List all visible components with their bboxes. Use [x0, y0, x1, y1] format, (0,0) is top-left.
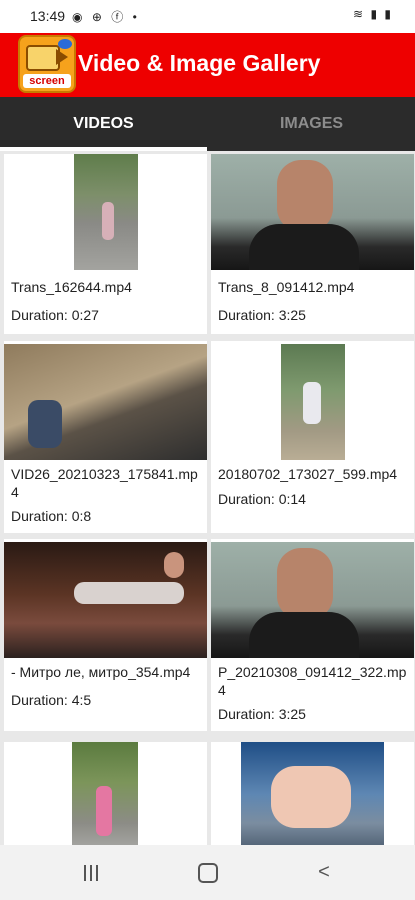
recent-apps-button[interactable] [72, 857, 112, 887]
video-thumbnail [211, 344, 414, 460]
tab-bar: VIDEOS IMAGES [0, 97, 415, 151]
video-card[interactable]: 20180702_173027_599.mp4 Duration: 0:14 [211, 341, 414, 533]
home-button[interactable] [188, 857, 228, 887]
back-button[interactable]: < [304, 857, 344, 887]
video-thumbnail [211, 154, 414, 270]
video-card[interactable]: Trans_162644.mp4 Duration: 0:27 [4, 154, 207, 334]
home-icon [198, 862, 218, 883]
video-name: VID26_20210323_175841.mp4 [11, 466, 198, 500]
status-bar: 13:49 ◉ ⊕ ⓕ • ≋ ▮ ▮ [0, 0, 415, 33]
video-duration: Duration: 4:5 [11, 692, 92, 708]
video-thumbnail [4, 542, 207, 658]
notification-icons: ◉ ⊕ ⓕ • [72, 8, 140, 25]
video-duration: Duration: 0:8 [11, 508, 92, 524]
facebook-icon: ⓕ [111, 10, 127, 24]
video-grid[interactable]: Trans_162644.mp4 Duration: 0:27 Trans_8_… [0, 151, 415, 845]
video-thumbnail [211, 542, 414, 658]
signal-icon: ▮ [370, 7, 380, 21]
app-title: Video & Image Gallery [78, 50, 321, 76]
tab-images[interactable]: IMAGES [208, 97, 415, 151]
video-name: P_20210308_091412_322.mp4 [218, 664, 407, 698]
video-thumbnail [4, 742, 207, 845]
recent-apps-icon [84, 864, 100, 881]
video-card[interactable]: VID26_20210323_175841.mp4 Duration: 0:8 [4, 341, 207, 533]
wifi-icon: ≋ [353, 7, 366, 21]
video-name: Trans_8_091412.mp4 [218, 279, 355, 295]
video-card[interactable] [4, 742, 207, 845]
system-icons: ≋ ▮ ▮ [353, 7, 393, 21]
dot-icon: • [132, 10, 140, 24]
status-time: 13:49 [30, 8, 66, 24]
video-thumbnail [4, 154, 207, 270]
video-duration: Duration: 0:27 [11, 307, 99, 323]
video-name: 20180702_173027_599.mp4 [218, 466, 398, 482]
app-bar: screen Video & Image Gallery [0, 33, 415, 97]
tab-videos[interactable]: VIDEOS [0, 97, 207, 151]
navigation-bar: < [0, 845, 415, 900]
logo-text: screen [23, 74, 71, 88]
video-thumbnail [211, 742, 414, 845]
battery-icon: ▮ [384, 7, 393, 21]
video-duration: Duration: 3:25 [218, 706, 306, 722]
video-duration: Duration: 0:14 [218, 491, 306, 507]
video-name: Trans_162644.mp4 [11, 279, 132, 295]
video-card[interactable] [211, 742, 414, 845]
video-duration: Duration: 3:25 [218, 307, 306, 323]
video-thumbnail [4, 344, 207, 460]
app-logo-icon: screen [18, 35, 76, 93]
video-card[interactable]: - Митро ле, митро_354.mp4 Duration: 4:5 [4, 539, 207, 731]
video-card[interactable]: Trans_8_091412.mp4 Duration: 3:25 [211, 154, 414, 334]
back-icon: < [318, 861, 330, 883]
app-icon: ⊕ [91, 10, 105, 24]
signal-dot-icon: ◉ [72, 10, 86, 24]
video-name: - Митро ле, митро_354.mp4 [11, 664, 191, 680]
video-card[interactable]: P_20210308_091412_322.mp4 Duration: 3:25 [211, 539, 414, 731]
